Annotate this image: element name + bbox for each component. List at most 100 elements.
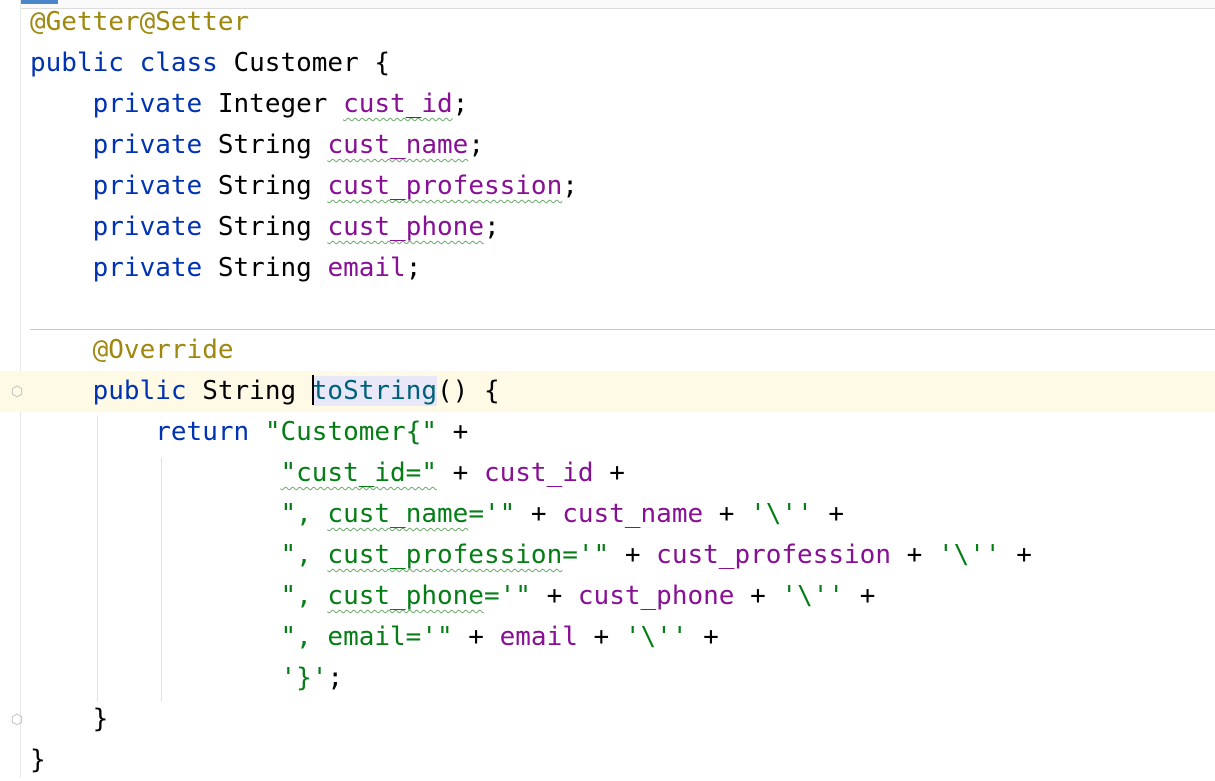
code-token: "cust_id=" xyxy=(280,458,437,488)
code-token: cust_name xyxy=(562,499,704,529)
code-text: ", cust_name='" + cust_name + '\'' + xyxy=(30,494,844,535)
code-line[interactable]: private String cust_phone; xyxy=(0,207,1215,248)
code-line[interactable]: } xyxy=(0,699,1215,740)
code-token: String xyxy=(217,130,328,160)
code-line[interactable]: @Override xyxy=(0,330,1215,371)
code-token: private xyxy=(92,253,218,283)
code-token: + xyxy=(687,622,719,652)
code-token: cust_id xyxy=(343,89,453,119)
code-token: public class xyxy=(30,48,234,78)
code-text: ", cust_phone='" + cust_phone + '\'' + xyxy=(30,576,875,617)
method-separator xyxy=(30,329,1215,330)
code-line[interactable] xyxy=(0,289,1215,330)
code-line[interactable]: "cust_id=" + cust_id + xyxy=(0,453,1215,494)
code-token: ", xyxy=(280,581,328,611)
code-text: public class Customer { xyxy=(30,43,390,84)
code-line[interactable]: private Integer cust_id; xyxy=(0,84,1215,125)
fold-icon[interactable]: ⬡ xyxy=(10,384,24,400)
code-text: private String cust_phone; xyxy=(30,207,500,248)
code-token: cust_name xyxy=(327,499,469,529)
code-line[interactable]: private String cust_profession; xyxy=(0,166,1215,207)
code-token: ; xyxy=(327,663,344,693)
code-token: + xyxy=(890,540,938,570)
code-text: private String cust_profession; xyxy=(30,166,578,207)
code-line[interactable]: public String toString() { xyxy=(0,371,1215,412)
code-token: cust_phone xyxy=(327,581,484,611)
code-token: ", xyxy=(280,499,328,529)
code-token: + xyxy=(437,417,469,447)
code-token: + xyxy=(609,540,657,570)
code-token: ; xyxy=(468,130,484,160)
code-line[interactable]: '}'; xyxy=(0,658,1215,699)
code-text: private String cust_name; xyxy=(30,125,484,166)
code-text: public String toString() { xyxy=(30,371,500,412)
code-line[interactable]: ", email='" + email + '\'' + xyxy=(0,617,1215,658)
code-line[interactable]: } xyxy=(0,740,1215,781)
code-token: ; xyxy=(405,253,422,283)
code-token: '\'' xyxy=(781,581,845,611)
code-token: + xyxy=(703,499,751,529)
indent-guide xyxy=(161,457,162,702)
code-token: @Getter@Setter xyxy=(30,7,250,37)
code-token: "Customer{" xyxy=(264,417,437,447)
code-token: email xyxy=(327,253,406,283)
code-token: + xyxy=(1000,540,1032,570)
code-token: + xyxy=(734,581,782,611)
code-token: public xyxy=(92,376,203,406)
code-token: private xyxy=(92,89,218,119)
code-text: @Getter@Setter xyxy=(30,2,249,43)
code-token: @Override xyxy=(92,335,234,365)
code-line[interactable]: ", cust_profession='" + cust_profession … xyxy=(0,535,1215,576)
code-line[interactable]: private String email; xyxy=(0,248,1215,289)
code-line[interactable]: return "Customer{" + xyxy=(0,412,1215,453)
code-token: cust_profession xyxy=(656,540,891,570)
code-token: String xyxy=(217,253,328,283)
code-token: ; xyxy=(452,89,469,119)
code-token: cust_profession xyxy=(327,540,563,570)
code-token: email xyxy=(499,622,578,652)
code-token: private xyxy=(92,130,218,160)
code-token: + xyxy=(577,622,625,652)
code-token: private xyxy=(92,212,218,242)
code-editor[interactable]: @Getter@Setter public class Customer { pr… xyxy=(0,0,1215,778)
code-token: cust_phone xyxy=(577,581,735,611)
code-token: + xyxy=(530,581,578,611)
code-text: return "Customer{" + xyxy=(30,412,468,453)
code-text: ", cust_profession='" + cust_profession … xyxy=(30,535,1032,576)
code-token: toString xyxy=(311,376,438,406)
code-line[interactable]: @Getter@Setter xyxy=(0,2,1215,43)
code-text: } xyxy=(30,740,46,781)
code-line[interactable]: private String cust_name; xyxy=(0,125,1215,166)
code-text: @Override xyxy=(30,330,234,371)
code-token: cust_id xyxy=(483,458,594,488)
code-line[interactable]: ", cust_phone='" + cust_phone + '\'' + xyxy=(0,576,1215,617)
code-token: } xyxy=(30,704,109,734)
code-token: cust_profession xyxy=(327,171,563,201)
code-text: "cust_id=" + cust_id + xyxy=(30,453,624,494)
code-token: ='" xyxy=(468,499,516,529)
code-token: cust_phone xyxy=(327,212,484,242)
code-line[interactable]: public class Customer { xyxy=(0,43,1215,84)
code-token: () { xyxy=(437,376,500,406)
code-token: + xyxy=(452,622,500,652)
code-token: private xyxy=(92,171,218,201)
fold-icon[interactable]: ⬡ xyxy=(10,712,24,728)
code-token: '\'' xyxy=(937,540,1001,570)
code-token: + xyxy=(812,499,845,529)
code-token: String xyxy=(202,376,312,406)
code-line[interactable]: ", cust_name='" + cust_name + '\'' + xyxy=(0,494,1215,535)
